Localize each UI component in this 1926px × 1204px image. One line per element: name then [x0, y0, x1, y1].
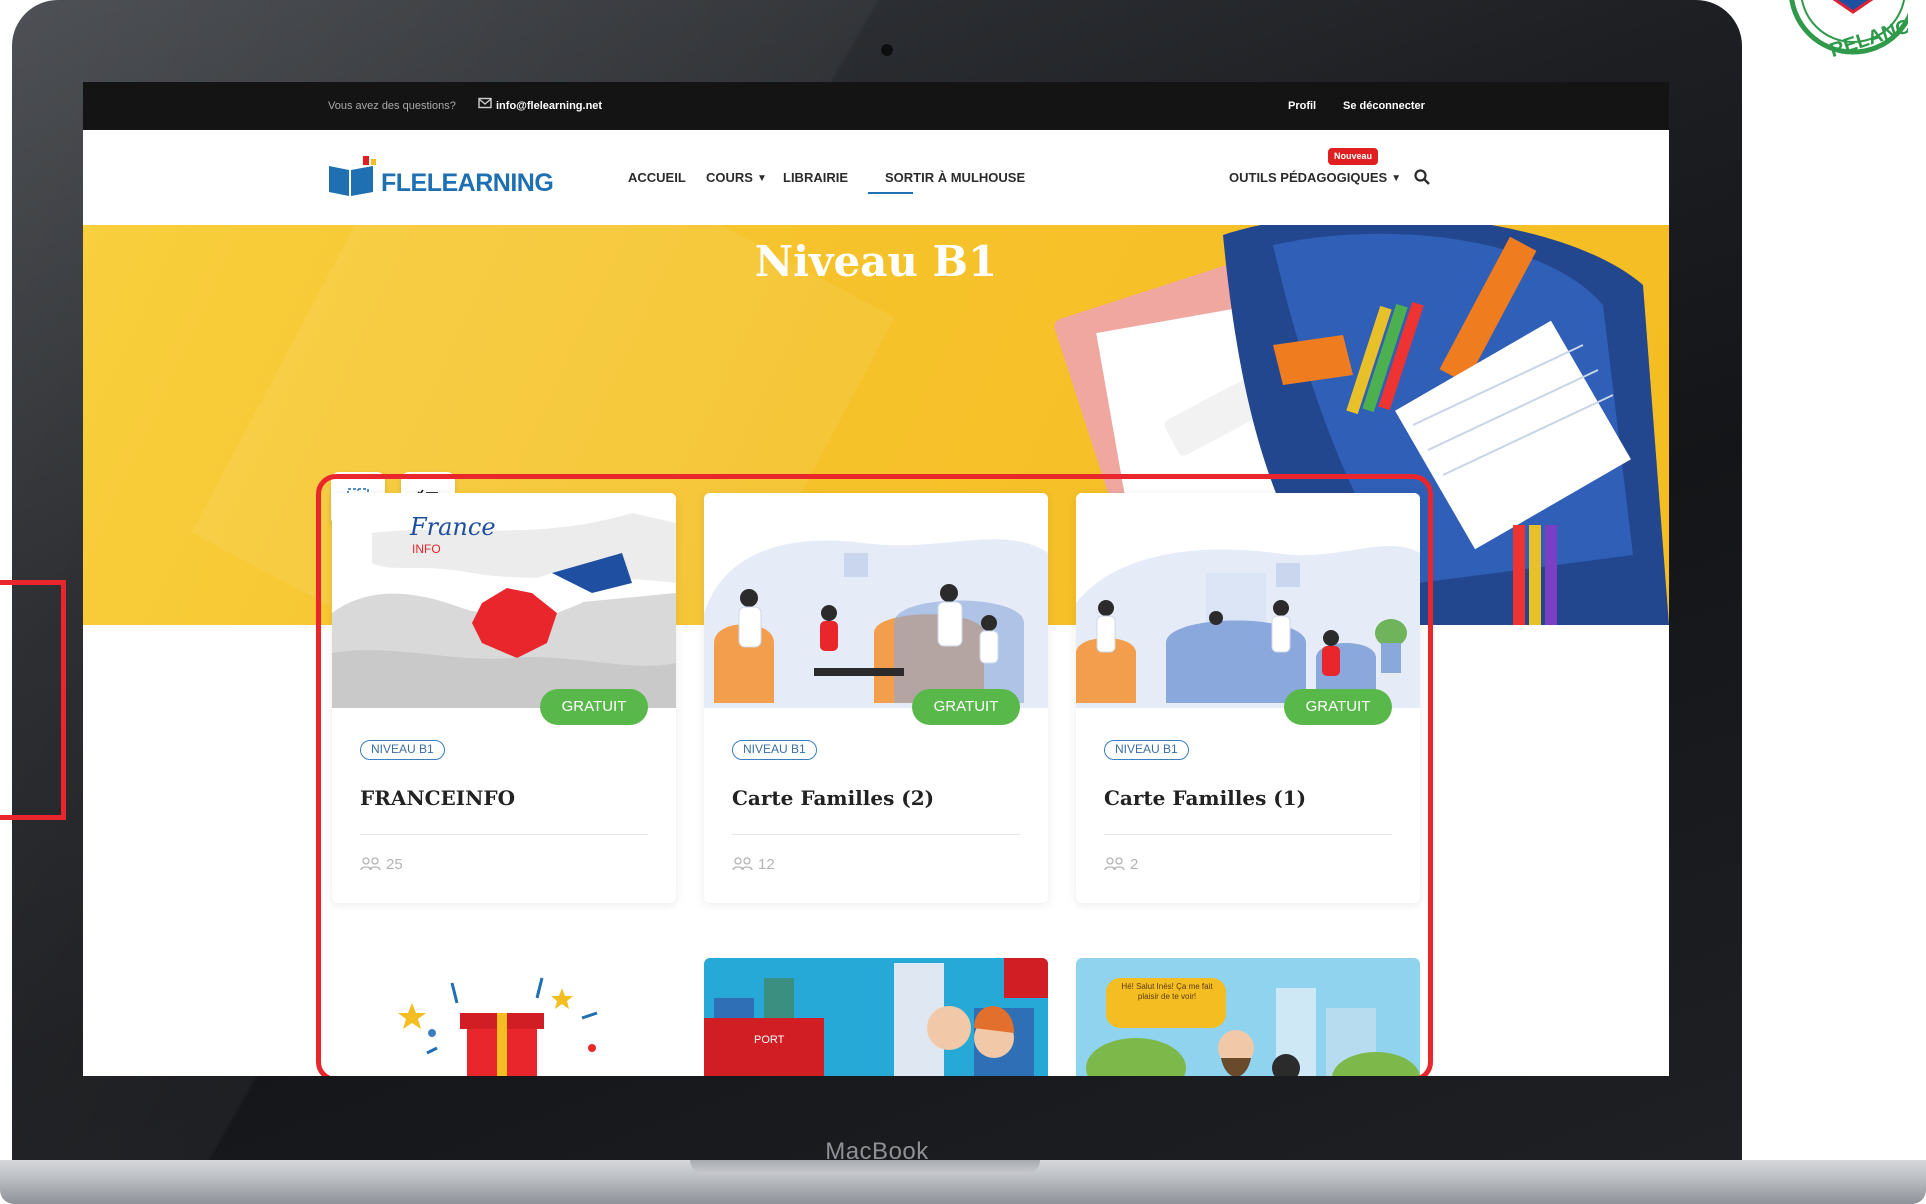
nav-librairie[interactable]: LIBRAIRIE: [783, 170, 848, 185]
relance-seal: RELANCE: [1748, 0, 1908, 80]
logo-text: FLELEARNING: [381, 169, 554, 197]
nav-cours-label: COURS: [706, 170, 753, 185]
nav-outils-pedagogiques[interactable]: OUTILS PÉDAGOGIQUES ▼: [1229, 170, 1401, 185]
mail-icon: [478, 97, 492, 109]
site-logo[interactable]: FLELEARNING: [327, 156, 554, 200]
new-badge: Nouveau: [1328, 148, 1378, 165]
nav-sortir-mulhouse[interactable]: SORTIR À MULHOUSE: [885, 170, 1025, 185]
nav-active-indicator: [868, 192, 913, 194]
questions-label: Vous avez des questions?: [328, 100, 456, 112]
callout-connector: [0, 580, 66, 820]
chevron-down-icon: ▼: [756, 173, 767, 184]
highlight-frame: [316, 474, 1433, 1076]
nav-accueil[interactable]: ACCUEIL: [628, 170, 686, 185]
browser-screen: Vous avez des questions? info@flelearnin…: [83, 82, 1669, 1076]
chevron-down-icon: ▼: [1391, 173, 1402, 184]
nav-cours[interactable]: COURS ▼: [706, 170, 767, 185]
nav-outils-label: OUTILS PÉDAGOGIQUES: [1229, 170, 1388, 185]
book-logo-icon: [329, 156, 376, 196]
top-bar: Vous avez des questions? info@flelearnin…: [83, 82, 1669, 130]
site-header: FLELEARNING ACCUEIL COURS ▼ LIBRAIRIE SOR…: [83, 130, 1669, 225]
contact-email-link[interactable]: info@flelearning.net: [496, 100, 602, 112]
logout-link[interactable]: Se déconnecter: [1343, 100, 1425, 112]
search-icon[interactable]: [1413, 168, 1431, 186]
profile-link[interactable]: Profil: [1288, 100, 1316, 112]
laptop-base-notch: [690, 1160, 1040, 1174]
camera: [879, 42, 895, 58]
